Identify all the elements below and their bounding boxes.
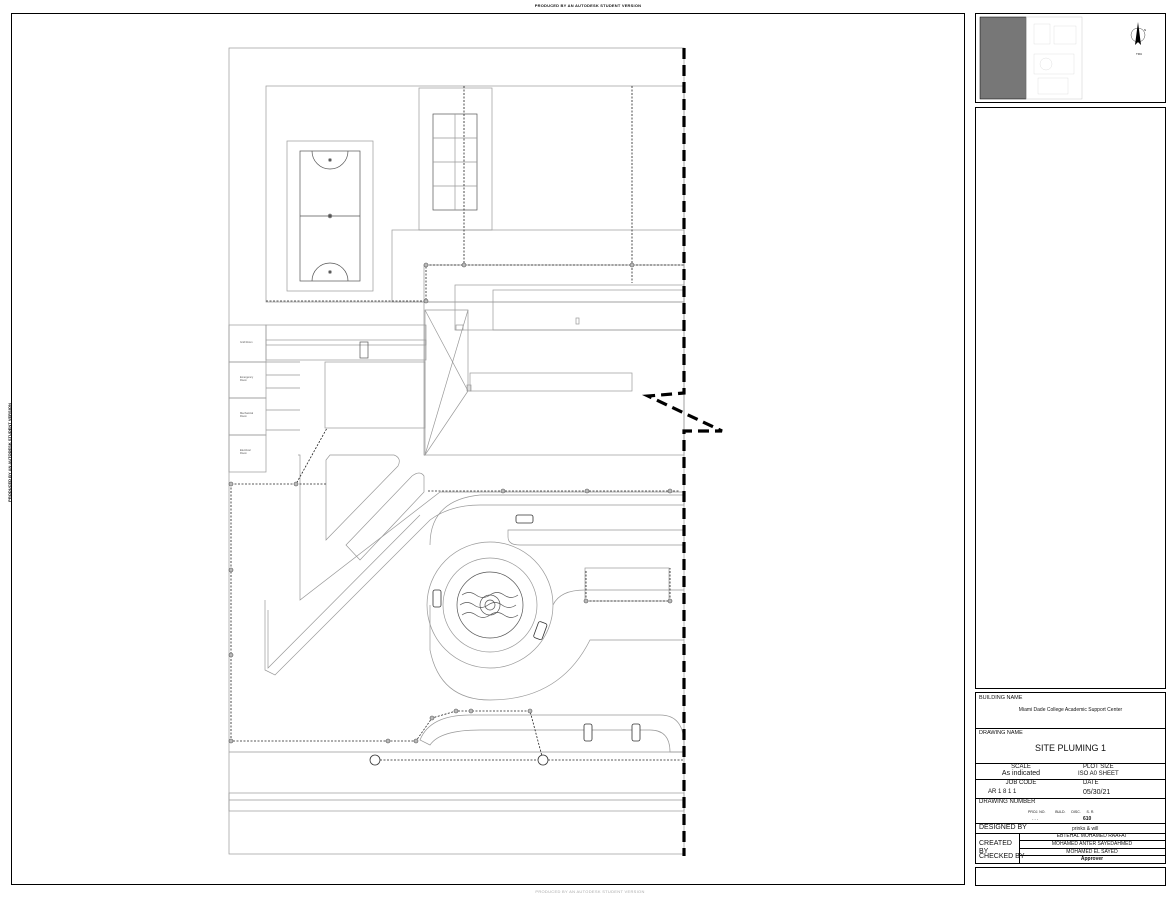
fountain [456, 571, 524, 639]
job-code-label: JOB CODE [1005, 780, 1037, 786]
key-plan: N TRU [975, 13, 1166, 103]
car [583, 723, 593, 742]
date-label: DATE [1083, 780, 1099, 786]
created-by-1: EBTEHAL MOHAMED RAAFAT [1056, 833, 1128, 839]
notes-panel [975, 107, 1166, 689]
checked-by-label: CHECKED BY [979, 853, 1025, 860]
north-label: N [1144, 28, 1147, 32]
created-by-2: MOHAMED ANTER SAYEDAHMED [1051, 841, 1133, 847]
drawing-number-stub: - - - [1032, 816, 1039, 821]
drawing-number-value: 610 [1083, 816, 1092, 822]
match-line [641, 48, 723, 856]
designed-by-value: prinks & will [1072, 826, 1099, 832]
manhole [537, 754, 549, 766]
revision-box [975, 867, 1166, 886]
site-boundary [228, 47, 685, 855]
street [228, 792, 685, 812]
north-arrow-icon [1130, 22, 1146, 45]
plot-size-value: ISO A0 SHEET [1078, 771, 1119, 777]
drawing-name: SITE PLUMING 1 [1034, 743, 1106, 753]
diagonal-road [264, 454, 685, 676]
room-label-4: Electrical Room [240, 449, 251, 455]
scale-value: As indicated [1001, 770, 1041, 777]
pipe-run [266, 264, 684, 302]
manhole [369, 754, 381, 766]
building-name: Miami Dade College Academic Support Cent… [1018, 707, 1123, 713]
room-label-2: Emergency Room [240, 376, 254, 382]
pavilion-area [418, 87, 493, 231]
pipe-run [231, 427, 328, 485]
car [515, 514, 534, 524]
car [631, 723, 641, 742]
approver: Approver [1080, 856, 1104, 862]
building-outline [423, 264, 685, 456]
drawing-number-headers: PROJ. NO. BULD. DISC. S. R. [1028, 810, 1095, 814]
room-label-3: Mechanical Room [240, 412, 254, 418]
car [533, 621, 548, 641]
designed-by-label: DESIGNED BY [979, 824, 1027, 831]
upper-zone [265, 85, 685, 303]
north-caption: TRU [1136, 52, 1143, 56]
car [432, 589, 442, 608]
date-value: 05/30/21 [1083, 789, 1111, 796]
room-label-1: Grid Room [240, 341, 253, 344]
plot-size-label: PLOT SIZE [1083, 764, 1114, 770]
job-code-value: AR 1 8 1 1 [988, 789, 1017, 795]
key-plan-thumbnail [979, 16, 1146, 100]
drawing-number-label: DRAWING NUMBER [979, 799, 1036, 805]
building-name-label: BUILDING NAME [979, 695, 1023, 701]
roundabout-outer [426, 541, 554, 669]
title-block: BUILDING NAME Miami Dade College Academi… [975, 692, 1166, 864]
drawing-name-label: DRAWING NAME [979, 730, 1023, 736]
